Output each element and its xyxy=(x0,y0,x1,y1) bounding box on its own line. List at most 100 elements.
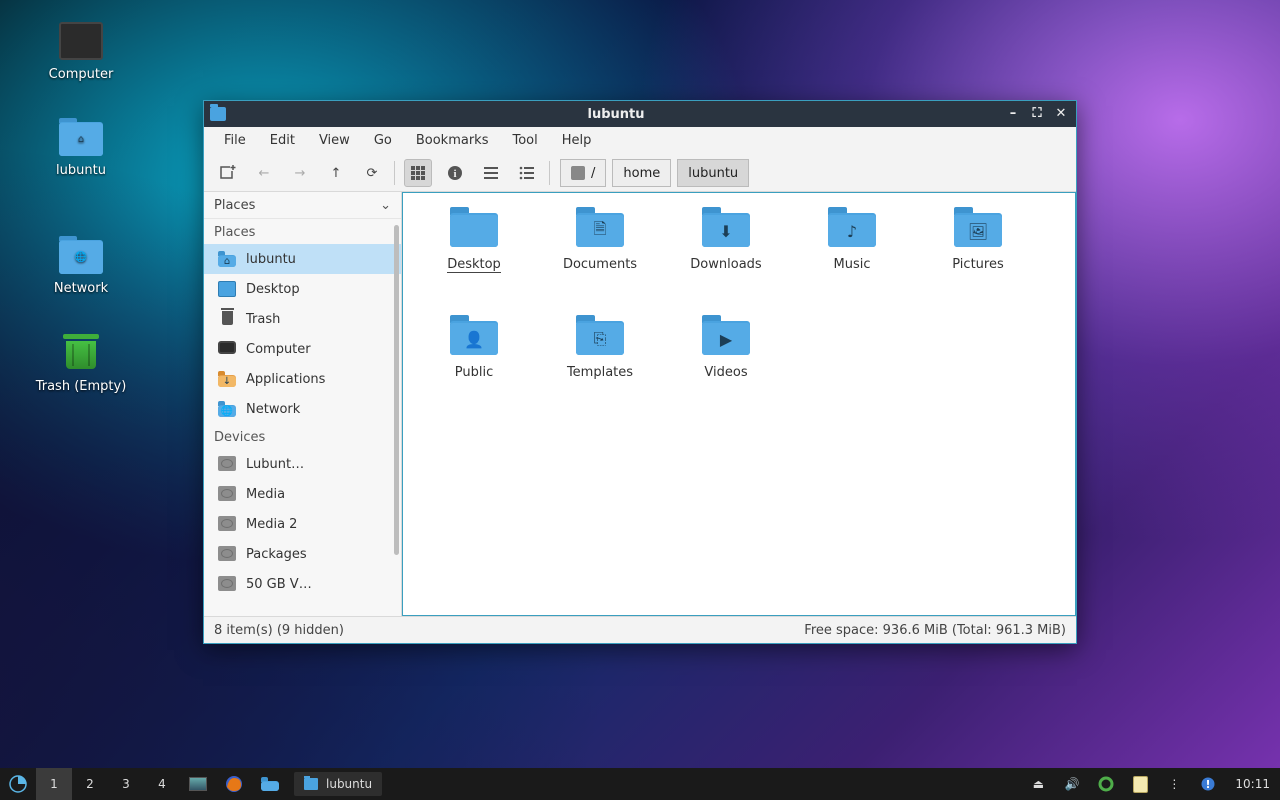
desktop-icon-computer[interactable]: Computer xyxy=(26,22,136,83)
taskbar-task[interactable]: lubuntu xyxy=(294,772,382,796)
compact-view-button[interactable] xyxy=(478,160,504,186)
workspace-2[interactable]: 2 xyxy=(72,768,108,800)
icon-view-button[interactable] xyxy=(404,159,432,187)
file-label: Desktop xyxy=(447,257,501,273)
chevron-down-icon: ⌄ xyxy=(380,198,391,213)
disk-icon xyxy=(218,486,236,502)
menu-view[interactable]: View xyxy=(307,127,362,155)
desktop-icon-label: Trash (Empty) xyxy=(33,378,130,395)
sidebar-header[interactable]: Places ⌄ xyxy=(204,192,401,219)
desktop-icon-network[interactable]: 🌐 Network xyxy=(26,236,136,297)
file-item[interactable]: 🖼Pictures xyxy=(915,203,1041,311)
taskbar-clock[interactable]: 10:11 xyxy=(1225,777,1280,791)
scrollbar[interactable] xyxy=(394,225,399,555)
sidebar-item[interactable]: ↓Applications xyxy=(204,364,401,394)
menu-edit[interactable]: Edit xyxy=(258,127,307,155)
menu-bookmarks[interactable]: Bookmarks xyxy=(404,127,501,155)
sidebar: Places ⌄ Places⌂lubuntu Desktop TrashCompu… xyxy=(204,192,402,616)
statusbar: 8 item(s) (9 hidden) Free space: 936.6 M… xyxy=(204,616,1076,643)
folder-icon: 🗎 xyxy=(576,207,624,247)
sidebar-item-label: Desktop xyxy=(246,282,300,297)
firefox-launcher[interactable] xyxy=(216,768,252,800)
menu-tool[interactable]: Tool xyxy=(500,127,549,155)
tray-removable-icon[interactable]: ⏏ xyxy=(1021,768,1055,800)
sidebar-item[interactable]: Desktop xyxy=(204,274,401,304)
desktop-icon-home[interactable]: ⌂ lubuntu xyxy=(26,118,136,179)
tray-update-icon[interactable] xyxy=(1089,768,1123,800)
path-current[interactable]: lubuntu xyxy=(677,159,749,187)
folder-icon xyxy=(450,207,498,247)
sidebar-section-header: Places xyxy=(204,219,401,244)
trash-icon xyxy=(218,311,236,327)
titlebar[interactable]: lubuntu – ⛶ ✕ xyxy=(204,101,1076,127)
file-item[interactable]: ♪Music xyxy=(789,203,915,311)
workspace-4[interactable]: 4 xyxy=(144,768,180,800)
folder-globe-icon: 🌐 xyxy=(218,401,236,417)
menu-help[interactable]: Help xyxy=(550,127,604,155)
sidebar-item[interactable]: Media 2 xyxy=(204,509,401,539)
tray-network-icon[interactable]: ⋮ xyxy=(1157,768,1191,800)
forward-button[interactable]: → xyxy=(287,160,313,186)
reload-button[interactable]: ⟳ xyxy=(359,160,385,186)
folder-icon xyxy=(210,107,226,121)
file-item[interactable]: 🗎 Documents xyxy=(537,203,663,311)
tray-notification-icon[interactable]: ! xyxy=(1191,768,1225,800)
maximize-button[interactable]: ⛶ xyxy=(1028,105,1046,123)
close-button[interactable]: ✕ xyxy=(1052,105,1070,123)
desktop-icon xyxy=(218,281,236,297)
tray-clipboard-icon[interactable] xyxy=(1123,768,1157,800)
path-root[interactable]: / xyxy=(560,159,606,187)
system-tray: ⏏ 🔊 ⋮ ! 10:11 xyxy=(1021,768,1280,800)
file-item[interactable]: ⎘Templates xyxy=(537,311,663,419)
toolbar: ← → ↑ ⟳ i / home lubuntu xyxy=(204,155,1076,192)
sidebar-item[interactable]: Media xyxy=(204,479,401,509)
sidebar-item-label: 50 GB V… xyxy=(246,577,312,592)
file-grid[interactable]: Desktop 🗎 Documents ⬇Downloads♪Music🖼Pictur… xyxy=(402,192,1076,616)
show-desktop-button[interactable] xyxy=(180,768,216,800)
info-button[interactable]: i xyxy=(442,160,468,186)
sidebar-item[interactable]: 🌐 Network xyxy=(204,394,401,424)
sidebar-item-label: Applications xyxy=(246,372,325,387)
monitor-icon xyxy=(218,341,236,357)
sidebar-section-header: Devices xyxy=(204,424,401,449)
disk-icon xyxy=(218,546,236,562)
up-button[interactable]: ↑ xyxy=(323,160,349,186)
desktop-icon-trash[interactable]: Trash (Empty) xyxy=(26,334,136,395)
window-title: lubuntu xyxy=(234,107,998,122)
sidebar-item[interactable]: Packages xyxy=(204,539,401,569)
disk-icon xyxy=(218,456,236,472)
sidebar-item[interactable]: Computer xyxy=(204,334,401,364)
folder-icon: 👤 xyxy=(450,315,498,355)
back-button[interactable]: ← xyxy=(251,160,277,186)
tray-volume-icon[interactable]: 🔊 xyxy=(1055,768,1089,800)
menu-file[interactable]: File xyxy=(212,127,258,155)
menubar: File Edit View Go Bookmarks Tool Help xyxy=(204,127,1076,155)
desktop[interactable]: Computer ⌂ lubuntu 🌐 Network Trash (Empt… xyxy=(0,0,1280,800)
file-label: Documents xyxy=(563,257,637,272)
workspace-1[interactable]: 1 xyxy=(36,768,72,800)
workspace-3[interactable]: 3 xyxy=(108,768,144,800)
sidebar-item[interactable]: 50 GB V… xyxy=(204,569,401,599)
sidebar-item[interactable]: Lubunt… xyxy=(204,449,401,479)
minimize-button[interactable]: – xyxy=(1004,105,1022,123)
folder-icon xyxy=(304,778,318,790)
sidebar-item[interactable]: ⌂lubuntu xyxy=(204,244,401,274)
path-home[interactable]: home xyxy=(612,159,671,187)
start-menu-button[interactable] xyxy=(0,768,36,800)
sidebar-item[interactable]: Trash xyxy=(204,304,401,334)
file-item[interactable]: 👤Public xyxy=(411,311,537,419)
disk-icon xyxy=(218,576,236,592)
sidebar-item-label: Network xyxy=(246,402,300,417)
file-item[interactable]: ⬇Downloads xyxy=(663,203,789,311)
menu-go[interactable]: Go xyxy=(362,127,404,155)
folder-home-icon: ⌂ xyxy=(218,251,236,267)
new-tab-button[interactable] xyxy=(215,160,241,186)
filemanager-launcher[interactable] xyxy=(252,768,288,800)
sidebar-item-label: Media xyxy=(246,487,285,502)
list-view-button[interactable] xyxy=(514,160,540,186)
file-manager-window: lubuntu – ⛶ ✕ File Edit View Go Bookmark… xyxy=(203,100,1077,644)
file-label: Templates xyxy=(567,365,633,380)
folder-icon: ▶ xyxy=(702,315,750,355)
file-item[interactable]: ▶Videos xyxy=(663,311,789,419)
file-item[interactable]: Desktop xyxy=(411,203,537,311)
